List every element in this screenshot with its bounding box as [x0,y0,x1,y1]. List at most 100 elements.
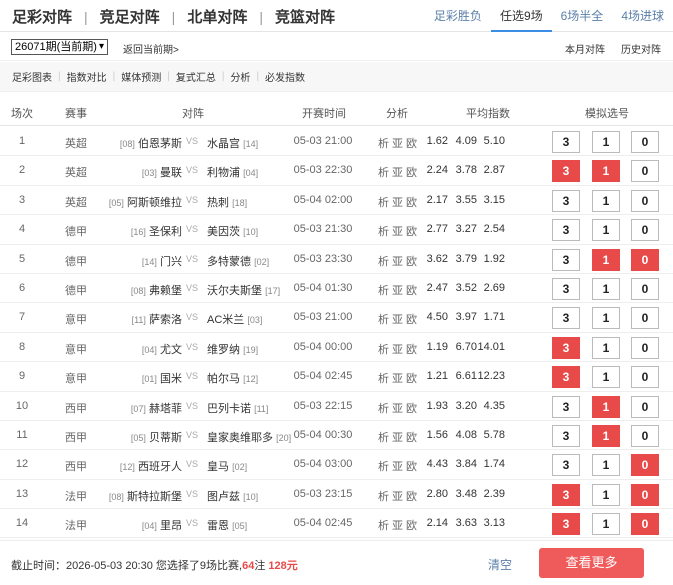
sub-tab-jinqiu[interactable]: 4场进球 [612,0,673,32]
sub-tab-renxuan9[interactable]: 任选9场 [490,0,552,32]
analysis-link-xi[interactable]: 析 [378,197,389,209]
pick-button-3[interactable]: 3 [552,483,580,506]
pick-button-0[interactable]: 0 [631,248,659,271]
pick-button-1[interactable]: 1 [592,189,620,212]
analysis-link-xi[interactable]: 析 [378,256,389,268]
analysis-link-xi[interactable]: 析 [378,520,389,532]
pick-button-1[interactable]: 1 [592,483,620,506]
pick-button-3[interactable]: 3 [552,189,580,212]
league-name[interactable]: 英超 [56,135,96,151]
pick-button-3[interactable]: 3 [552,248,580,271]
analysis-link-ya[interactable]: 亚 [392,167,403,179]
home-team[interactable]: [03] 曼联 [142,164,182,180]
toolbar-item[interactable]: 必发指数 [265,69,305,84]
pick-button-1[interactable]: 1 [592,160,620,183]
league-name[interactable]: 西甲 [56,400,96,416]
analysis-link-ya[interactable]: 亚 [392,314,403,326]
pick-button-3[interactable]: 3 [552,219,580,242]
league-name[interactable]: 英超 [56,164,96,180]
analysis-link-ya[interactable]: 亚 [392,256,403,268]
away-team[interactable]: 图卢兹 [10] [207,488,258,504]
pick-button-0[interactable]: 0 [631,395,659,418]
analysis-link-ou[interactable]: 欧 [406,256,417,268]
analysis-link-ya[interactable]: 亚 [392,403,403,415]
analysis-link-xi[interactable]: 析 [378,138,389,150]
home-team[interactable]: [16] 圣保利 [131,223,182,239]
analysis-link-ou[interactable]: 欧 [406,167,417,179]
pick-button-3[interactable]: 3 [552,395,580,418]
analysis-link-ya[interactable]: 亚 [392,491,403,503]
home-team[interactable]: [14] 门兴 [142,253,182,269]
pick-button-0[interactable]: 0 [631,513,659,536]
analysis-link-xi[interactable]: 析 [378,167,389,179]
sub-tab-shengfu[interactable]: 足彩胜负 [425,0,491,32]
league-name[interactable]: 德甲 [56,223,96,239]
home-team[interactable]: [11] 萨索洛 [132,311,182,327]
analysis-link-xi[interactable]: 析 [378,344,389,356]
main-tab-jinglan[interactable]: 竞篮对阵 [275,6,335,27]
pick-button-0[interactable]: 0 [631,131,659,153]
analysis-link-ou[interactable]: 欧 [406,138,417,150]
league-name[interactable]: 法甲 [56,488,96,504]
analysis-link-ou[interactable]: 欧 [406,226,417,238]
analysis-link-ou[interactable]: 欧 [406,520,417,532]
toolbar-item[interactable]: 媒体预测 [121,69,161,84]
analysis-link-xi[interactable]: 析 [378,403,389,415]
pick-button-3[interactable]: 3 [552,513,580,536]
home-team[interactable]: [08] 弗赖堡 [131,282,182,298]
pick-button-1[interactable]: 1 [592,424,620,447]
pick-button-0[interactable]: 0 [631,189,659,212]
toolbar-item[interactable]: 分析 [230,69,250,84]
league-name[interactable]: 德甲 [56,282,96,298]
analysis-link-ou[interactable]: 欧 [406,491,417,503]
away-team[interactable]: 皇家奥维耶多 [20] [207,429,291,445]
away-team[interactable]: 水晶宫 [14] [207,135,258,151]
pick-button-0[interactable]: 0 [631,219,659,242]
pick-button-1[interactable]: 1 [592,248,620,271]
away-team[interactable]: 帕尔马 [12] [207,370,258,386]
league-name[interactable]: 西甲 [56,429,96,445]
away-team[interactable]: 利物浦 [04] [207,164,258,180]
analysis-link-ya[interactable]: 亚 [392,285,403,297]
pick-button-0[interactable]: 0 [631,307,659,330]
pick-button-1[interactable]: 1 [592,277,620,300]
toolbar-item[interactable]: 指数对比 [67,69,107,84]
pick-button-3[interactable]: 3 [552,336,580,359]
away-team[interactable]: 沃尔夫斯堡 [17] [207,282,280,298]
pick-button-0[interactable]: 0 [631,277,659,300]
pick-button-3[interactable]: 3 [552,366,580,389]
league-name[interactable]: 意甲 [56,311,96,327]
pick-button-0[interactable]: 0 [631,424,659,447]
pick-button-1[interactable]: 1 [592,395,620,418]
analysis-link-ou[interactable]: 欧 [406,373,417,385]
analysis-link-xi[interactable]: 析 [378,373,389,385]
pick-button-1[interactable]: 1 [592,131,620,153]
league-name[interactable]: 意甲 [56,341,96,357]
home-team[interactable]: [05] 阿斯顿维拉 [109,194,182,210]
analysis-link-ou[interactable]: 欧 [406,344,417,356]
league-name[interactable]: 法甲 [56,517,96,533]
home-team[interactable]: [05] 贝蒂斯 [131,429,182,445]
pick-button-1[interactable]: 1 [592,219,620,242]
analysis-link-ou[interactable]: 欧 [406,432,417,444]
this-month-link[interactable]: 本月对阵 [565,41,605,56]
league-name[interactable]: 意甲 [56,370,96,386]
pick-button-1[interactable]: 1 [592,307,620,330]
pick-button-3[interactable]: 3 [552,131,580,153]
league-name[interactable]: 德甲 [56,253,96,269]
pick-button-0[interactable]: 0 [631,366,659,389]
pick-button-3[interactable]: 3 [552,307,580,330]
home-team[interactable]: [04] 里昂 [142,517,182,533]
away-team[interactable]: 热刺 [18] [207,194,247,210]
home-team[interactable]: [08] 伯恩茅斯 [120,135,182,151]
pick-button-3[interactable]: 3 [552,160,580,183]
home-team[interactable]: [04] 尤文 [142,341,182,357]
pick-button-0[interactable]: 0 [631,336,659,359]
main-tab-zucai[interactable]: 足彩对阵 [12,6,72,27]
analysis-link-xi[interactable]: 析 [378,226,389,238]
main-tab-jingzu[interactable]: 竞足对阵 [100,6,160,27]
away-team[interactable]: 维罗纳 [19] [207,341,258,357]
analysis-link-ou[interactable]: 欧 [406,197,417,209]
away-team[interactable]: 皇马 [02] [207,458,247,474]
away-team[interactable]: 巴列卡诺 [11] [207,400,268,416]
